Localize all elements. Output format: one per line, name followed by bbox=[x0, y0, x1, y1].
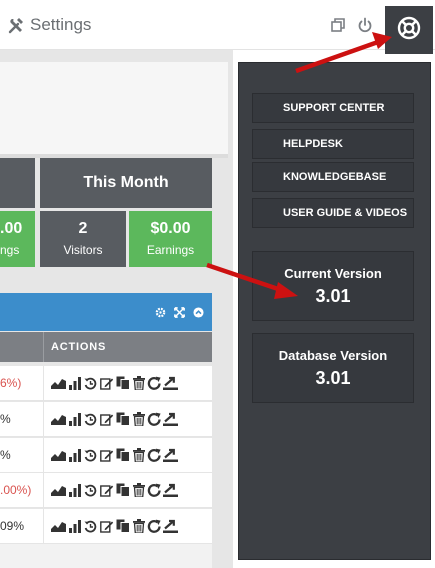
row-divider bbox=[43, 438, 44, 473]
restore-window-icon[interactable] bbox=[328, 15, 348, 35]
area-chart-icon[interactable] bbox=[51, 411, 66, 427]
table-row: % bbox=[0, 402, 212, 437]
row-percentage: .00%) bbox=[0, 483, 32, 497]
area-chart-icon[interactable] bbox=[51, 375, 66, 391]
support-center-button[interactable]: SUPPORT CENTER bbox=[252, 93, 414, 123]
knowledgebase-button[interactable]: KNOWLEDGEBASE bbox=[252, 162, 414, 192]
row-divider bbox=[43, 366, 44, 401]
edit-icon[interactable] bbox=[99, 447, 114, 463]
export-icon[interactable] bbox=[163, 411, 178, 427]
refresh-icon[interactable] bbox=[147, 482, 162, 498]
row-actions bbox=[51, 482, 178, 498]
history-icon[interactable] bbox=[83, 375, 98, 391]
earnings-value: $0.00 bbox=[150, 220, 191, 237]
row-actions bbox=[51, 447, 178, 463]
row-actions bbox=[51, 411, 178, 427]
table-row: % bbox=[0, 438, 212, 473]
current-version-box: Current Version 3.01 bbox=[252, 251, 414, 321]
database-version-label: Database Version bbox=[278, 348, 388, 363]
area-chart-icon[interactable] bbox=[51, 482, 66, 498]
refresh-icon[interactable] bbox=[147, 447, 162, 463]
helpdesk-button[interactable]: HELPDESK bbox=[252, 129, 414, 159]
row-divider bbox=[43, 509, 44, 544]
stat-earnings-cut: .00 ngs bbox=[0, 211, 35, 267]
stat-header-cut bbox=[0, 158, 35, 208]
help-dropdown: SUPPORT CENTER HELPDESK KNOWLEDGEBASE US… bbox=[238, 62, 431, 560]
stat-header-this-month: This Month bbox=[40, 158, 212, 208]
table-row: 6%) bbox=[0, 366, 212, 401]
trash-icon[interactable] bbox=[131, 447, 146, 463]
copy-icon[interactable] bbox=[115, 375, 130, 391]
power-icon[interactable] bbox=[355, 15, 375, 35]
history-icon[interactable] bbox=[83, 482, 98, 498]
bar-chart-icon[interactable] bbox=[67, 447, 82, 463]
refresh-icon[interactable] bbox=[147, 518, 162, 534]
export-icon[interactable] bbox=[163, 375, 178, 391]
row-percentage: 6%) bbox=[0, 376, 22, 390]
row-divider bbox=[43, 402, 44, 437]
bar-chart-icon[interactable] bbox=[67, 518, 82, 534]
collapse-icon[interactable] bbox=[193, 306, 204, 318]
bar-chart-icon[interactable] bbox=[67, 482, 82, 498]
edit-icon[interactable] bbox=[99, 375, 114, 391]
row-actions bbox=[51, 518, 178, 534]
visitors-label: Visitors bbox=[63, 243, 103, 257]
history-icon[interactable] bbox=[83, 411, 98, 427]
bar-chart-icon[interactable] bbox=[67, 375, 82, 391]
visitors-value: 2 bbox=[78, 220, 88, 237]
row-percentage: % bbox=[0, 412, 11, 426]
export-icon[interactable] bbox=[163, 447, 178, 463]
edit-icon[interactable] bbox=[99, 411, 114, 427]
row-divider bbox=[43, 473, 44, 508]
row-percentage: % bbox=[0, 448, 11, 462]
database-version-box: Database Version 3.01 bbox=[252, 333, 414, 403]
copy-icon[interactable] bbox=[115, 447, 130, 463]
history-icon[interactable] bbox=[83, 518, 98, 534]
top-panel bbox=[0, 62, 228, 158]
table-header-divider bbox=[43, 332, 44, 362]
stat-earnings-cut-value: .00 bbox=[0, 220, 23, 237]
export-icon[interactable] bbox=[163, 482, 178, 498]
trash-icon[interactable] bbox=[131, 482, 146, 498]
table-header: ACTIONS bbox=[0, 332, 212, 362]
bar-chart-icon[interactable] bbox=[67, 411, 82, 427]
copy-icon[interactable] bbox=[115, 518, 130, 534]
export-icon[interactable] bbox=[163, 518, 178, 534]
row-percentage: 09% bbox=[0, 519, 25, 533]
expand-icon[interactable] bbox=[174, 306, 185, 318]
earnings-label: Earnings bbox=[146, 243, 195, 257]
edit-icon[interactable] bbox=[99, 482, 114, 498]
area-chart-icon[interactable] bbox=[51, 447, 66, 463]
refresh-icon[interactable] bbox=[147, 411, 162, 427]
database-version-value: 3.01 bbox=[315, 368, 351, 388]
stat-visitors: 2 Visitors bbox=[40, 211, 126, 267]
area-chart-icon[interactable] bbox=[51, 518, 66, 534]
page-title: Settings bbox=[30, 15, 92, 34]
user-guide-button[interactable]: USER GUIDE & VIDEOS bbox=[252, 198, 414, 228]
table-row: 09% bbox=[0, 509, 212, 544]
settings-brand[interactable]: Settings bbox=[8, 14, 91, 36]
edit-icon[interactable] bbox=[99, 518, 114, 534]
current-version-value: 3.01 bbox=[315, 286, 351, 306]
help-tab[interactable] bbox=[385, 6, 433, 54]
table-footer-row bbox=[0, 544, 212, 568]
table-toolbar bbox=[0, 293, 212, 331]
row-actions bbox=[51, 375, 178, 391]
stat-earnings: $0.00 Earnings bbox=[129, 211, 212, 267]
actions-header: ACTIONS bbox=[51, 341, 107, 353]
trash-icon[interactable] bbox=[131, 411, 146, 427]
copy-icon[interactable] bbox=[115, 411, 130, 427]
copy-icon[interactable] bbox=[115, 482, 130, 498]
history-icon[interactable] bbox=[83, 447, 98, 463]
table-row: .00%) bbox=[0, 473, 212, 508]
stat-earnings-cut-label: ngs bbox=[0, 243, 20, 257]
current-version-label: Current Version bbox=[284, 266, 382, 281]
gear-icon[interactable] bbox=[155, 307, 166, 318]
lifebuoy-icon bbox=[397, 16, 421, 45]
top-bar: Settings bbox=[0, 0, 435, 54]
tools-icon bbox=[8, 17, 25, 34]
refresh-icon[interactable] bbox=[147, 375, 162, 391]
trash-icon[interactable] bbox=[131, 375, 146, 391]
trash-icon[interactable] bbox=[131, 518, 146, 534]
